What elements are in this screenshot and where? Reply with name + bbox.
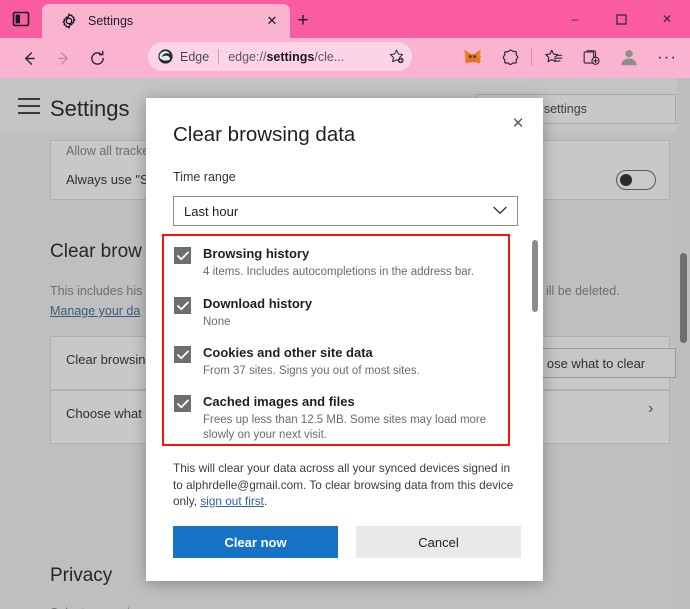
favorites-icon[interactable]	[534, 42, 572, 72]
dialog-title: Clear browsing data	[173, 123, 355, 147]
gear-icon	[60, 12, 78, 30]
clear-browsing-heading: Clear brow	[50, 241, 142, 263]
browser-essentials-icon[interactable]	[491, 42, 529, 72]
url-prefix: edge://	[228, 50, 266, 64]
page-title: Settings	[50, 96, 130, 122]
url-host: settings	[266, 50, 314, 64]
collections-icon[interactable]	[572, 42, 610, 72]
toolbar-divider	[531, 48, 532, 66]
sign-out-first-link[interactable]: sign out first	[200, 494, 264, 508]
back-icon[interactable]	[12, 43, 46, 73]
toolbar-right-icons: ···	[453, 42, 686, 72]
checklist-scrollbar[interactable]	[531, 240, 539, 438]
omnibox-url[interactable]: edge://settings/cle...	[228, 50, 386, 64]
time-range-value: Last hour	[184, 204, 493, 219]
checkbox-checked-icon[interactable]	[174, 247, 191, 264]
star-add-icon[interactable]	[386, 48, 406, 65]
always-use-secure-toggle[interactable]	[616, 170, 656, 190]
checklist-item-description: 4 items. Includes autocompletions in the…	[203, 265, 495, 280]
title-bar: Settings ✕ + – ✕	[0, 0, 690, 38]
sync-note: This will clear your data across all you…	[173, 460, 521, 510]
address-bar[interactable]: Edge edge://settings/cle...	[148, 42, 412, 71]
chevron-down-icon	[493, 204, 507, 218]
checklist-item-label: Download history	[203, 296, 312, 311]
dialog-button-row: Clear now Cancel	[173, 526, 521, 558]
hamburger-menu-icon[interactable]	[18, 98, 40, 114]
clear-browsing-desc-left: This includes his	[50, 284, 142, 298]
clear-now-button[interactable]: Clear now	[173, 526, 338, 558]
tab-title: Settings	[88, 14, 262, 28]
browser-window: Settings ✕ + – ✕	[0, 0, 690, 609]
sync-note-period: .	[264, 494, 267, 508]
minimize-button[interactable]: –	[552, 0, 598, 38]
checklist-item-label: Cookies and other site data	[203, 345, 373, 360]
omnibox-divider	[218, 49, 219, 65]
clear-browsing-data-dialog: ✕ Clear browsing data Time range Last ho…	[146, 98, 543, 581]
data-type-checklist: Browsing history 4 items. Includes autoc…	[164, 236, 508, 444]
checklist-item-description: From 37 sites. Signs you out of most sit…	[203, 364, 495, 379]
choose-what-label: Choose what	[66, 406, 142, 421]
manage-your-data-link[interactable]: Manage your da	[50, 304, 140, 318]
checkbox-checked-icon[interactable]	[174, 346, 191, 363]
checkbox-checked-icon[interactable]	[174, 297, 191, 314]
time-range-label: Time range	[173, 170, 236, 184]
checkbox-checked-icon[interactable]	[174, 395, 191, 412]
refresh-icon[interactable]	[80, 43, 114, 73]
tab-settings[interactable]: Settings ✕	[42, 4, 290, 38]
checklist-item-description: None	[203, 315, 495, 330]
clear-browsing-now-label: Clear browsin	[66, 352, 145, 367]
maximize-button[interactable]	[598, 0, 644, 38]
edge-logo-icon	[157, 48, 174, 65]
privacy-heading: Privacy	[50, 565, 112, 587]
page-scrollbar-thumb[interactable]	[680, 253, 687, 343]
checklist-item-description: Frees up less than 12.5 MB. Some sites m…	[203, 413, 495, 443]
forward-icon[interactable]	[46, 43, 80, 73]
metamask-extension-icon[interactable]	[453, 42, 491, 72]
cancel-button[interactable]: Cancel	[356, 526, 521, 558]
close-window-button[interactable]: ✕	[644, 0, 690, 38]
time-range-select[interactable]: Last hour	[173, 196, 518, 226]
dialog-close-icon[interactable]: ✕	[503, 108, 533, 138]
page-scrollbar[interactable]	[677, 78, 690, 609]
window-controls: – ✕	[552, 0, 690, 38]
profile-avatar-icon[interactable]	[610, 42, 648, 72]
tab-close-icon[interactable]: ✕	[262, 11, 282, 31]
more-options-icon[interactable]: ···	[648, 42, 686, 72]
omnibox-brand-label: Edge	[180, 50, 209, 64]
clear-browsing-desc-right: ill be deleted.	[546, 284, 620, 298]
new-tab-button[interactable]: +	[290, 9, 316, 33]
tab-actions-icon[interactable]	[10, 8, 32, 30]
checklist-scrollbar-thumb[interactable]	[532, 240, 538, 312]
choose-what-chevron[interactable]: ›	[648, 400, 653, 418]
toggle-knob	[620, 174, 632, 186]
url-suffix: /cle...	[314, 50, 344, 64]
always-use-secure-label: Always use "S	[66, 172, 149, 187]
checklist-item-label: Cached images and files	[203, 394, 355, 409]
checklist-item-label: Browsing history	[203, 246, 309, 261]
